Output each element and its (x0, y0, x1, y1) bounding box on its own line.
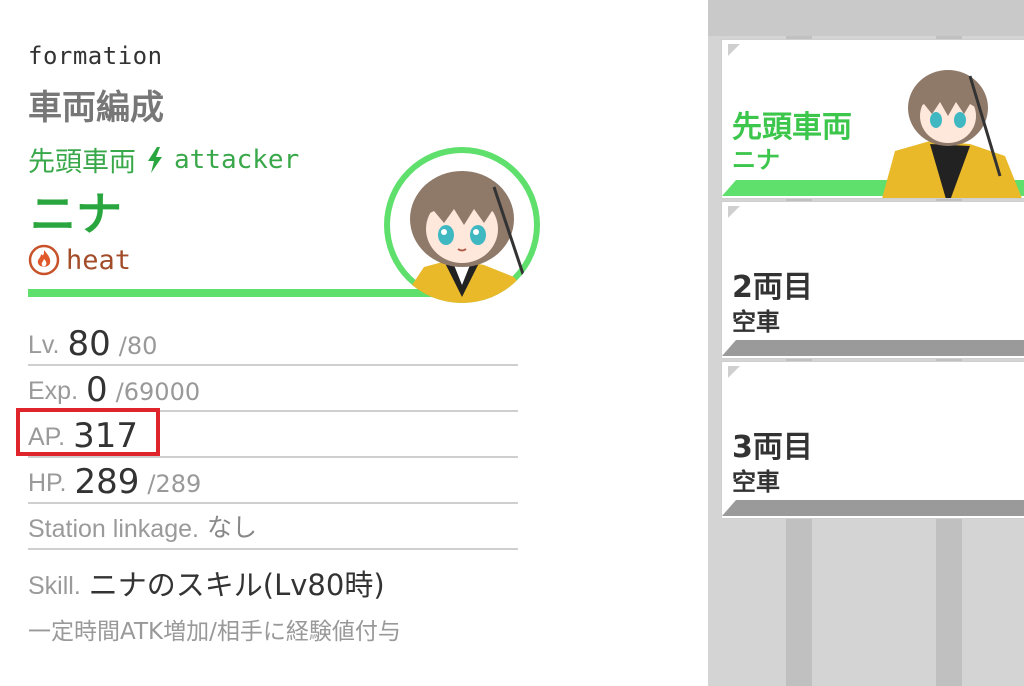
character-portrait[interactable] (384, 147, 540, 303)
car-slot-2[interactable]: 2両目 空車 (722, 202, 1024, 358)
stat-value: なし (206, 514, 257, 542)
stat-value: 289 (74, 462, 140, 502)
section-label-en: formation (28, 42, 163, 70)
car-slot-bar (722, 340, 1024, 356)
slot-corner (728, 366, 740, 378)
car-position-label: 先頭車両 (28, 147, 136, 178)
stat-label: Lv. (28, 331, 60, 359)
ap-highlight-box (16, 408, 160, 456)
lightning-icon (148, 146, 162, 173)
element-row: heat (28, 244, 131, 276)
car-slot-3[interactable]: 3両目 空車 (722, 362, 1024, 518)
role-label: attacker (174, 144, 300, 175)
skill-name: ニナのスキル(Lv80時) (88, 568, 385, 602)
car-slot-1[interactable]: 先頭車両 ニナ (722, 40, 1024, 198)
stat-row-station-linkage: Station linkage. なし (28, 504, 518, 550)
stat-value: 0 (86, 370, 108, 410)
character-portrait-image (390, 153, 534, 303)
track-top (708, 0, 1024, 36)
stat-max: /69000 (115, 378, 201, 406)
stat-row-level: Lv. 80 /80 (28, 320, 518, 366)
stat-row-exp: Exp. 0 /69000 (28, 366, 518, 412)
car-slot-portrait (882, 70, 1022, 198)
car-slot-subtitle: ニナ (732, 146, 780, 174)
slot-corner (728, 44, 740, 56)
stat-label: HP. (28, 469, 67, 497)
car-slot-subtitle: 空車 (732, 308, 780, 336)
character-name: ニナ (30, 187, 122, 241)
car-slot-bar (722, 500, 1024, 516)
fire-icon (28, 244, 60, 276)
stat-max: /289 (147, 470, 202, 498)
page-title: 車両編成 (28, 88, 164, 128)
character-detail-panel: formation 車両編成 先頭車両 attacker ニナ heat Lv.… (0, 0, 560, 686)
stat-value: 80 (67, 324, 111, 364)
car-slot-title: 2両目 (732, 270, 813, 305)
element-label: heat (66, 244, 132, 276)
skill-description: 一定時間ATK増加/相手に経験値付与 (28, 619, 401, 645)
skill-label: Skill. (28, 572, 81, 600)
slot-corner (728, 206, 740, 218)
stat-max: /80 (118, 332, 158, 360)
car-slot-title: 3両目 (732, 430, 813, 465)
role-row: 先頭車両 attacker (28, 140, 299, 179)
car-slot-subtitle: 空車 (732, 468, 780, 496)
name-underline (28, 289, 438, 297)
skill-row: Skill. ニナのスキル(Lv80時) (28, 562, 385, 604)
stat-label: Station linkage. (28, 515, 199, 543)
stat-row-hp: HP. 289 /289 (28, 458, 518, 504)
stat-label: Exp. (28, 377, 79, 405)
